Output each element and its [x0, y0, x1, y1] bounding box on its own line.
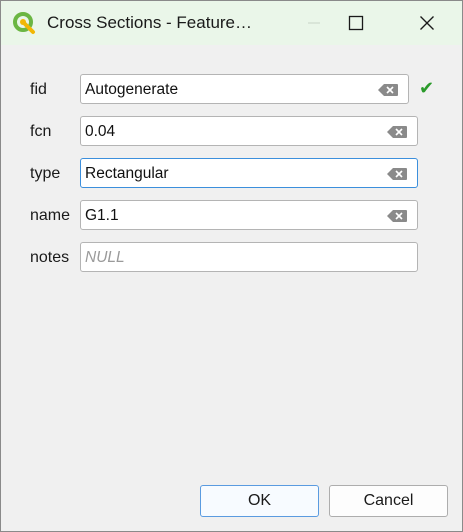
form-row-type: type Rectangular: [1, 158, 462, 190]
field-label-notes: notes: [30, 249, 70, 266]
form-row-notes: notes NULL: [1, 242, 462, 274]
backspace-clear-icon[interactable]: [386, 167, 408, 181]
qgis-logo-icon: [13, 12, 35, 34]
dialog-window: Cross Sections - Feature… fid Autogenera…: [0, 0, 463, 532]
field-label-fcn: fcn: [30, 123, 52, 140]
fcn-value: 0.04: [85, 123, 116, 140]
backspace-clear-icon[interactable]: [386, 209, 408, 223]
field-label-fid: fid: [30, 81, 47, 98]
checkmark-icon: ✔: [419, 78, 435, 98]
notes-field[interactable]: NULL: [80, 242, 418, 272]
minimize-icon: [308, 22, 320, 24]
backspace-clear-icon[interactable]: [377, 83, 399, 97]
field-label-type: type: [30, 165, 61, 182]
title-bar[interactable]: Cross Sections - Feature…: [1, 1, 462, 45]
fcn-field[interactable]: 0.04: [80, 116, 418, 146]
fid-field[interactable]: Autogenerate: [80, 74, 409, 104]
maximize-icon: [348, 15, 364, 31]
fid-value: Autogenerate: [85, 81, 179, 98]
window-title: Cross Sections - Feature…: [47, 13, 253, 32]
type-value: Rectangular: [85, 165, 169, 182]
minimize-button[interactable]: [291, 1, 337, 45]
field-label-name: name: [30, 207, 71, 224]
ok-button[interactable]: OK: [200, 485, 319, 517]
notes-value: NULL: [85, 249, 125, 266]
cancel-button[interactable]: Cancel: [329, 485, 448, 517]
type-field[interactable]: Rectangular: [80, 158, 418, 188]
name-value: G1.1: [85, 207, 119, 224]
form-row-fid: fid Autogenerate ✔: [1, 74, 462, 106]
form-row-name: name G1.1: [1, 200, 462, 232]
maximize-button[interactable]: [333, 1, 379, 45]
close-icon: [420, 16, 434, 30]
form-row-fcn: fcn 0.04: [1, 116, 462, 148]
close-button[interactable]: [404, 1, 450, 45]
backspace-clear-icon[interactable]: [386, 125, 408, 139]
name-field[interactable]: G1.1: [80, 200, 418, 230]
